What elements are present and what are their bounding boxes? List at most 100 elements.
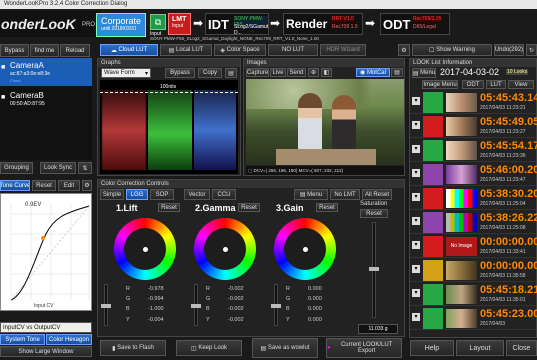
save-wowlut-button[interactable]: ▤ Save as wowlut — [252, 338, 318, 358]
help-button[interactable]: Help — [410, 340, 454, 356]
motcal-button[interactable]: ◉ MotCal — [356, 68, 390, 77]
lift-g-value[interactable]: -0.994 — [148, 296, 164, 302]
tone-curve-tab[interactable]: Tone Curve — [0, 180, 30, 191]
expand-icon[interactable]: ▾ — [412, 241, 420, 249]
slider-knob[interactable] — [369, 267, 379, 271]
gamma-b-value[interactable]: -0.002 — [228, 306, 244, 312]
gain-g-value[interactable]: 0.000 — [308, 296, 322, 302]
odt-box[interactable]: ODT Rec709/2.35 D65/Legal — [380, 13, 450, 35]
list-item[interactable]: ▾ 05:45:18.21 2017/04/03 11:35:01 — [410, 283, 537, 306]
image-compare-icon[interactable]: ◧ — [321, 68, 332, 77]
keep-look-button[interactable]: ◫ Keep Look — [176, 340, 242, 356]
gamma-g-value[interactable]: -0.002 — [228, 296, 244, 302]
expand-icon[interactable]: ▾ — [412, 289, 420, 297]
curve-edit-button[interactable]: Edit — [58, 180, 80, 191]
tab-lgg[interactable]: LGG — [126, 189, 148, 200]
list-item[interactable]: ▾ 05:45:23.00 2017/04/03 — [410, 307, 537, 330]
hdr-wizard-button[interactable]: HDR Wizard — [320, 44, 366, 56]
gamma-y-value[interactable]: -0.002 — [228, 317, 244, 323]
expand-icon[interactable]: ▾ — [412, 97, 420, 105]
saturation-slider[interactable] — [369, 222, 379, 318]
expand-icon[interactable]: ▾ — [412, 121, 420, 129]
list-item[interactable]: ▾ 05:38:26.22 2017/04/03 11:25:08 — [410, 211, 537, 234]
camera-item[interactable]: ■ CameraA ac:87:a3:0e:e8:3e Cloud — [0, 58, 92, 86]
render-box[interactable]: Render RRT V1.0 Rec709 1.0 — [283, 13, 363, 35]
list-item[interactable]: ▾ 05:38:30.20 2017/04/03 11:25:04 — [410, 187, 537, 210]
gain-r-value[interactable]: 0.000 — [308, 286, 322, 292]
gain-puck[interactable] — [303, 247, 308, 252]
saturation-value[interactable]: 11.033 g — [358, 324, 398, 334]
redo-icon[interactable]: ↻ — [526, 44, 537, 56]
capture-button[interactable]: Capture — [246, 68, 269, 77]
list-item[interactable]: ▾ 05:45:54.17 2017/04/03 11:23:36 — [410, 139, 537, 162]
expand-icon[interactable]: ▾ — [412, 169, 420, 177]
input-icon[interactable]: ⧉ — [150, 14, 166, 30]
look-sync-icon[interactable]: ⇅ — [78, 162, 92, 174]
lift-color-wheel[interactable] — [114, 218, 176, 280]
save-to-flash-button[interactable]: ▮ Save to Flash — [100, 340, 166, 356]
reload-button[interactable]: Reload — [60, 44, 90, 57]
close-button[interactable]: Close — [506, 340, 537, 356]
gamma-color-wheel[interactable] — [194, 218, 256, 280]
gain-reset-button[interactable]: Reset — [316, 203, 338, 212]
color-hexagon-button[interactable]: Color Hexagon — [46, 334, 92, 345]
image-menu-button[interactable]: Image Menu — [422, 80, 458, 89]
live-button[interactable]: Live — [270, 68, 286, 77]
expand-icon[interactable]: ▾ — [412, 193, 420, 201]
lift-r-value[interactable]: -0.978 — [148, 286, 164, 292]
lift-reset-button[interactable]: Reset — [158, 203, 180, 212]
graphs-copy-button[interactable]: Copy — [198, 68, 222, 78]
slider-knob[interactable] — [191, 304, 201, 308]
lift-puck[interactable] — [143, 247, 148, 252]
undo-button[interactable]: Undo(292) — [494, 44, 524, 56]
all-reset-button[interactable]: All Reset — [362, 189, 392, 200]
find-me-button[interactable]: find me — [30, 44, 59, 57]
image-menu-icon[interactable]: ▤ — [391, 68, 403, 77]
show-warning-button[interactable]: ☐ Show Warning — [412, 44, 492, 56]
gamma-master-slider[interactable] — [191, 284, 201, 326]
export-button[interactable]: ● Current LOOK/LUT Export — [326, 338, 402, 358]
graphs-menu-icon[interactable]: ▤ — [225, 68, 237, 78]
view-toggle-button[interactable]: View — [508, 80, 534, 89]
gain-color-wheel[interactable] — [274, 218, 336, 280]
lift-y-value[interactable]: -0.004 — [148, 317, 164, 323]
gear-icon[interactable]: ⚙ — [82, 180, 92, 191]
curve-reset-button[interactable]: Reset — [32, 180, 56, 191]
color-space-button[interactable]: ◈ Color Space — [214, 44, 266, 56]
expand-icon[interactable]: ▾ — [412, 145, 420, 153]
system-tone-button[interactable]: System Tone — [0, 334, 45, 345]
list-item[interactable]: ▾ 05:45:43.14 2017/04/03 11:23:21 — [410, 91, 537, 114]
gamma-reset-button[interactable]: Reset — [238, 203, 260, 212]
idt-box[interactable]: IDT SONY PMW-F55 SLog2/SGamut D... — [205, 13, 269, 36]
gamma-r-value[interactable]: -0.002 — [228, 286, 244, 292]
expand-icon[interactable]: ▾ — [412, 313, 420, 321]
image-tool-icon[interactable]: ⊕ — [308, 68, 319, 77]
local-lut-button[interactable]: ▤ Local LUT — [160, 44, 212, 56]
tone-curve-plot[interactable]: 0.9EV Input CV — [0, 193, 92, 311]
layout-button[interactable]: Layout — [456, 340, 504, 356]
graphs-bypass-button[interactable]: Bypass — [165, 68, 195, 78]
saturation-reset-button[interactable]: Reset — [360, 209, 388, 218]
curve-select-dropdown[interactable]: InputCV vs OutputCV — [0, 322, 92, 333]
expand-icon[interactable]: ▾ — [412, 265, 420, 273]
gain-b-value[interactable]: 0.000 — [308, 306, 322, 312]
slider-knob[interactable] — [271, 304, 281, 308]
expand-icon[interactable]: ▾ — [412, 217, 420, 225]
lmt-box[interactable]: LMT Input — [168, 13, 191, 35]
look-menu-button[interactable]: ▤ Menu — [412, 68, 436, 78]
gain-master-slider[interactable] — [271, 284, 281, 326]
show-large-window-button[interactable]: Show Large Window — [0, 346, 92, 357]
tab-vector[interactable]: Vector — [184, 189, 210, 200]
lift-b-value[interactable]: -1.000 — [148, 306, 164, 312]
send-button[interactable]: Send — [287, 68, 306, 77]
gamma-puck[interactable] — [223, 247, 228, 252]
lift-master-slider[interactable] — [101, 284, 111, 326]
no-lut-button[interactable]: NO LUT — [268, 44, 318, 56]
list-item[interactable]: ▾ 00:00:00.00 2017/04/03 11:35:58 — [410, 259, 537, 282]
grouping-button[interactable]: Grouping — [0, 162, 33, 174]
look-date[interactable]: 2017-04-03-02 — [440, 67, 499, 77]
settings-icon[interactable]: ⚙ — [398, 44, 410, 56]
tab-sop[interactable]: SOP — [150, 189, 174, 200]
project-badge[interactable]: Corporate until 2018/03/31 — [96, 13, 146, 37]
tab-ccu[interactable]: CCU — [212, 189, 236, 200]
